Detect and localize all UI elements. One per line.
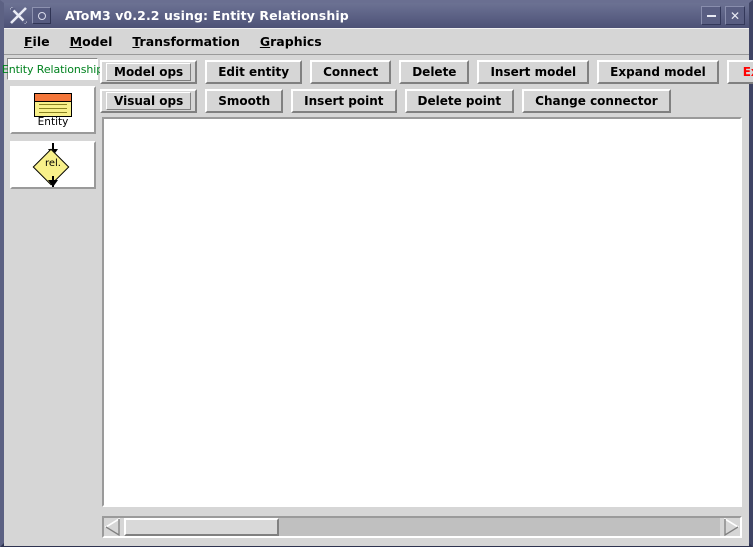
relationship-caption: rel.: [44, 158, 61, 169]
change-connector-button[interactable]: Change connector: [522, 89, 671, 113]
minimize-icon: [706, 14, 716, 17]
menu-label-rest: ile: [32, 34, 50, 49]
application-window: AToM3 v0.2.2 using: Entity Relationship …: [0, 0, 753, 547]
palette-sidebar: Entity Relationship Entity rel.: [2, 55, 103, 546]
model-ops-label: Model ops: [106, 63, 192, 81]
entity-box-shape: [34, 92, 72, 117]
window-title: AToM3 v0.2.2 using: Entity Relationship: [65, 8, 349, 23]
menu-item-graphics[interactable]: Graphics: [250, 32, 332, 51]
entity-attribute-lines: [35, 102, 71, 113]
palette-item-entity[interactable]: Entity: [10, 86, 96, 134]
model-ops-button[interactable]: Model ops: [100, 60, 198, 84]
menu-mnemonic: G: [259, 34, 271, 49]
relationship-arrow-head-bottom: [48, 180, 58, 187]
palette-item-relationship[interactable]: rel.: [10, 141, 96, 189]
content-area: Entity Relationship Entity rel. Model op…: [2, 55, 753, 546]
window-menu-circle-icon: [37, 11, 46, 20]
insert-model-button[interactable]: Insert model: [477, 60, 590, 84]
entity-table-icon: Entity: [34, 92, 72, 128]
scrollbar-track[interactable]: [124, 518, 720, 536]
expand-model-button[interactable]: Expand model: [597, 60, 719, 84]
window-menu-icon[interactable]: [32, 7, 51, 24]
horizontal-scrollbar[interactable]: [102, 516, 742, 538]
scrollbar-thumb[interactable]: [124, 518, 279, 536]
menu-mnemonic: T: [132, 34, 140, 49]
menu-label-rest: ransformation: [139, 34, 240, 49]
delete-point-button[interactable]: Delete point: [404, 89, 515, 113]
menu-mnemonic: M: [69, 34, 83, 49]
menu-item-transformation[interactable]: Transformation: [122, 32, 250, 51]
edit-entity-button[interactable]: Edit entity: [205, 60, 303, 84]
scroll-left-arrow-icon[interactable]: [104, 518, 124, 536]
menu-mnemonic: F: [24, 34, 33, 49]
visual-ops-label: Visual ops: [106, 92, 192, 110]
menu-bar: File Model Transformation Graphics: [4, 28, 749, 55]
menu-item-file[interactable]: File: [14, 32, 60, 51]
diagram-canvas-frame: [102, 117, 742, 507]
connect-button[interactable]: Connect: [310, 60, 392, 84]
minimize-button[interactable]: [701, 6, 721, 25]
menu-item-model[interactable]: Model: [60, 32, 123, 51]
scroll-right-arrow-icon[interactable]: [720, 518, 740, 536]
insert-point-button[interactable]: Insert point: [291, 89, 397, 113]
close-button[interactable]: ✕: [725, 6, 745, 25]
entity-line: [39, 107, 67, 109]
formalism-label: Entity Relationship: [2, 58, 103, 80]
close-icon: ✕: [729, 8, 741, 23]
exit-button[interactable]: Exit: [726, 60, 753, 84]
visual-ops-button[interactable]: Visual ops: [100, 89, 198, 113]
delete-button[interactable]: Delete: [399, 60, 470, 84]
entity-caption: Entity: [37, 115, 69, 128]
smooth-button[interactable]: Smooth: [205, 89, 284, 113]
toolbar-row-model-ops: Model ops Edit entity Connect Delete Ins…: [100, 58, 753, 86]
menu-label-rest: odel: [82, 34, 113, 49]
entity-header-bar: [35, 93, 71, 102]
title-bar[interactable]: AToM3 v0.2.2 using: Entity Relationship …: [4, 3, 749, 28]
diagram-canvas[interactable]: [104, 119, 740, 505]
relationship-diamond-icon: rel.: [25, 143, 81, 187]
entity-line: [39, 111, 67, 113]
x11-logo-icon: [7, 5, 31, 27]
toolbar-row-visual-ops: Visual ops Smooth Insert point Delete po…: [100, 87, 749, 115]
entity-line: [39, 103, 67, 105]
menu-label-rest: raphics: [270, 34, 322, 49]
